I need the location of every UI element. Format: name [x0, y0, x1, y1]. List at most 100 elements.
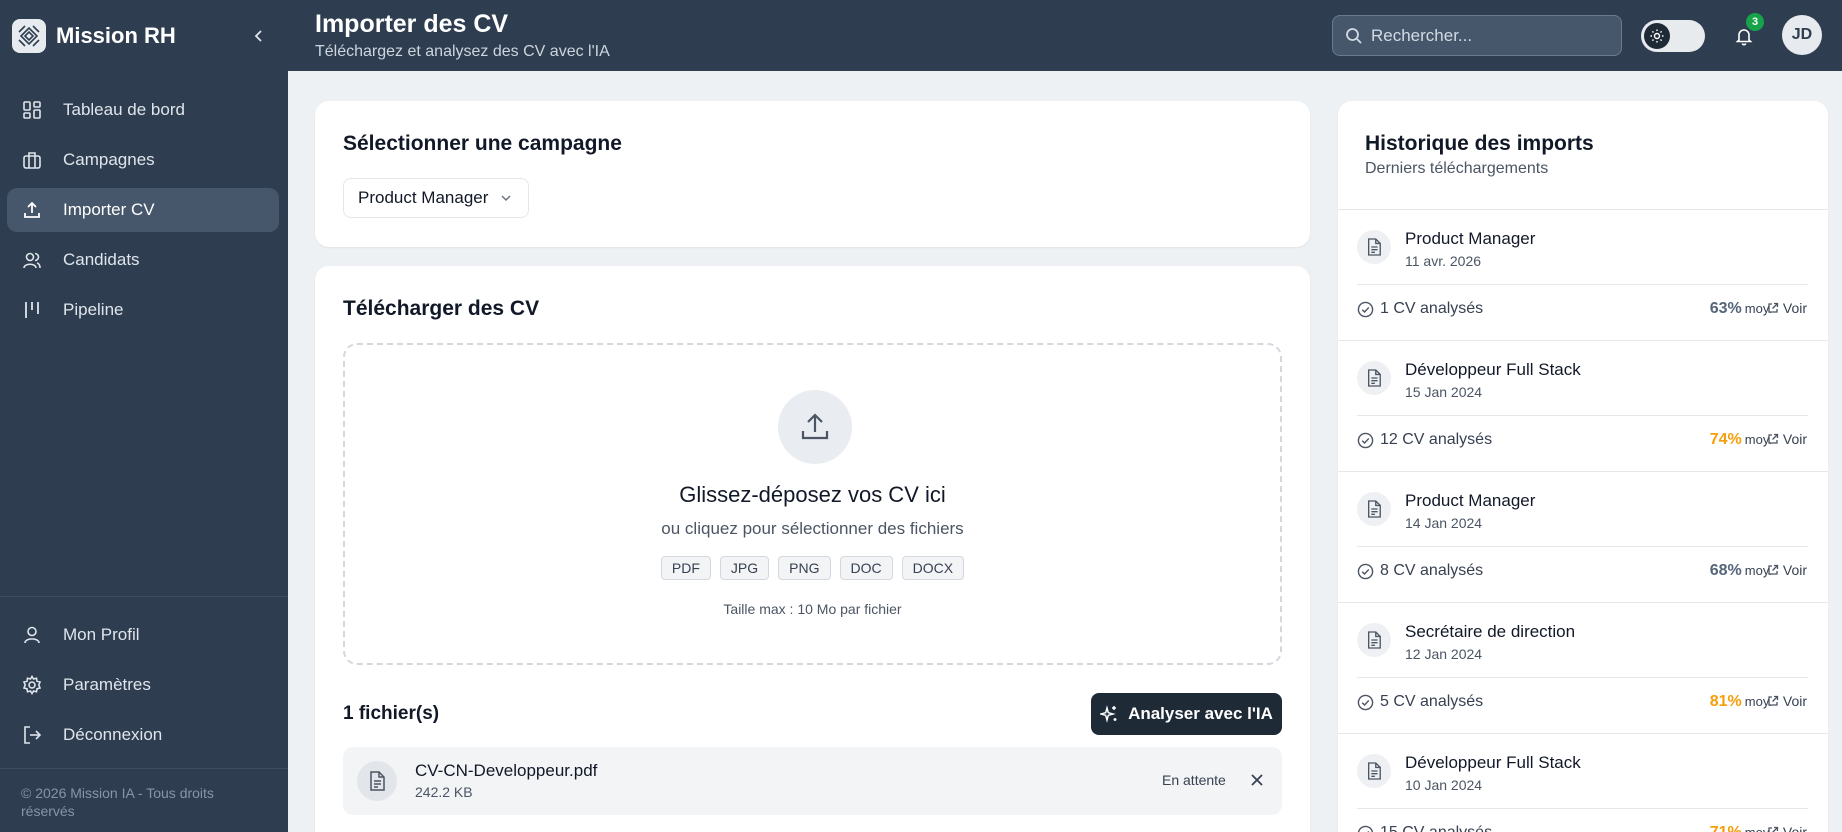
history-item-view-link[interactable]: Voir: [1757, 824, 1807, 832]
collapse-sidebar-button[interactable]: [248, 24, 270, 48]
sidebar-item-pipeline[interactable]: Pipeline: [7, 288, 279, 332]
history-item-view-label: Voir: [1782, 300, 1807, 316]
dropzone[interactable]: Glissez-déposez vos CV ici ou cliquez po…: [343, 343, 1282, 665]
sparkles-icon: [1100, 705, 1118, 723]
sidebar-item-candidates[interactable]: Candidats: [7, 238, 279, 282]
history-item-date: 11 avr. 2026: [1405, 253, 1482, 269]
file-icon: [1357, 754, 1391, 788]
history-item-score-value: 71%: [1710, 824, 1742, 832]
file-icon: [1357, 623, 1391, 657]
search-input[interactable]: [1371, 25, 1611, 46]
analyze-ai-button[interactable]: Analyser avec l'IA: [1091, 693, 1282, 735]
history-item-count: 8 CV analysés: [1357, 562, 1483, 580]
format-badge: DOCX: [901, 556, 965, 580]
dropzone-subtitle: ou cliquez pour sélectionner des fichier…: [661, 519, 964, 538]
sidebar-item-logout[interactable]: Déconnexion: [7, 713, 279, 757]
history-item-name: Product Manager: [1405, 229, 1536, 248]
external-link-icon: [1767, 433, 1779, 445]
check-circle-icon: [1357, 563, 1374, 580]
history-item-count: 1 CV analysés: [1357, 300, 1483, 318]
upload-icon: [21, 199, 43, 221]
file-status: En attente: [1162, 772, 1226, 788]
logo-icon: [12, 19, 46, 53]
history-item-view-label: Voir: [1782, 562, 1807, 578]
avatar[interactable]: JD: [1782, 15, 1822, 55]
page-title: Importer des CV: [315, 10, 509, 38]
history-item-view-label: Voir: [1782, 693, 1807, 709]
campaign-select-value: Product Manager: [358, 188, 489, 207]
format-badge: JPG: [719, 556, 770, 580]
top-header: Importer des CV Téléchargez et analysez …: [288, 0, 1842, 71]
users-icon: [21, 249, 43, 271]
file-size: 242.2 KB: [415, 784, 473, 800]
campaign-card-title: Sélectionner une campagne: [343, 132, 622, 155]
sidebar-item-profile[interactable]: Mon Profil: [7, 613, 279, 657]
history-item-count-label: 1 CV analysés: [1380, 300, 1484, 317]
history-item-view-link[interactable]: Voir: [1757, 300, 1807, 316]
external-link-icon: [1767, 695, 1779, 707]
history-item-view-link[interactable]: Voir: [1757, 562, 1807, 578]
history-item-count-label: 5 CV analysés: [1380, 693, 1484, 710]
history-item-count: 15 CV analysés: [1357, 824, 1492, 832]
notification-badge: 3: [1746, 13, 1764, 31]
chevron-down-icon: [500, 194, 512, 202]
logout-icon: [21, 724, 43, 746]
history-item-count-label: 8 CV analysés: [1380, 562, 1484, 579]
history-item-view-link[interactable]: Voir: [1757, 431, 1807, 447]
history-item-count: 5 CV analysés: [1357, 693, 1483, 711]
history-card: Historique des imports Derniers téléchar…: [1338, 101, 1828, 832]
close-icon: [1251, 774, 1263, 786]
sidebar-item-label: Pipeline: [63, 300, 124, 319]
history-item: Développeur Full Stack 15 Jan 2024 12 CV…: [1338, 341, 1828, 472]
app-name: Mission RH: [56, 23, 176, 48]
history-item-view-label: Voir: [1782, 431, 1807, 447]
file-row: CV-CN-Developpeur.pdf 242.2 KB En attent…: [343, 747, 1282, 815]
files-count: 1 fichier(s): [343, 703, 440, 724]
chevron-left-icon: [254, 30, 262, 42]
campaign-select[interactable]: Product Manager: [343, 178, 529, 218]
history-subtitle: Derniers téléchargements: [1365, 160, 1549, 177]
history-item-score-value: 74%: [1709, 431, 1742, 448]
sidebar-item-dashboard[interactable]: Tableau de bord: [7, 88, 279, 132]
file-icon: [1357, 361, 1391, 395]
sidebar-item-label: Campagnes: [63, 150, 155, 169]
search-box[interactable]: [1332, 15, 1622, 56]
sidebar-item-campaigns[interactable]: Campagnes: [7, 138, 279, 182]
dashboard-icon: [21, 99, 43, 121]
external-link-icon: [1767, 302, 1779, 314]
sidebar-item-label: Candidats: [63, 250, 140, 269]
sidebar-item-label: Importer CV: [63, 200, 155, 219]
external-link-icon: [1767, 564, 1779, 576]
sidebar-item-label: Mon Profil: [63, 625, 140, 644]
main-nav: Tableau de bord Campagnes Importer CV Ca…: [7, 88, 279, 338]
history-item-view-label: Voir: [1782, 824, 1807, 832]
brand[interactable]: Mission RH: [12, 18, 176, 54]
history-item-count: 12 CV analysés: [1357, 431, 1492, 449]
campaign-card: Sélectionner une campagne Product Manage…: [315, 101, 1310, 247]
sidebar-item-import-cv[interactable]: Importer CV: [7, 188, 279, 232]
check-circle-icon: [1357, 301, 1374, 318]
history-item-name: Secrétaire de direction: [1405, 622, 1576, 641]
history-item: Product Manager 11 avr. 2026 1 CV analys…: [1338, 210, 1828, 341]
history-item-view-link[interactable]: Voir: [1757, 693, 1807, 709]
format-list: PDF JPG PNG DOC DOCX: [345, 556, 1280, 580]
file-icon: [1357, 492, 1391, 526]
bottom-nav: Mon Profil Paramètres Déconnexion: [7, 613, 279, 763]
format-badge: PDF: [660, 556, 711, 580]
check-circle-icon: [1357, 432, 1374, 449]
briefcase-icon: [21, 149, 43, 171]
theme-toggle[interactable]: [1641, 20, 1705, 52]
history-item-name: Développeur Full Stack: [1405, 360, 1581, 379]
sidebar-item-label: Tableau de bord: [63, 100, 185, 119]
external-link-icon: [1767, 826, 1779, 832]
max-size-note: Taille max : 10 Mo par fichier: [723, 601, 902, 617]
history-item-divider: [1357, 415, 1808, 416]
sidebar-divider: [0, 768, 288, 769]
page-subtitle: Téléchargez et analysez des CV avec l'IA: [315, 43, 610, 60]
analyze-ai-label: Analyser avec l'IA: [1128, 704, 1273, 723]
format-badge: PNG: [778, 556, 831, 580]
sidebar-item-label: Déconnexion: [63, 725, 163, 744]
history-item-divider: [1357, 546, 1808, 547]
sidebar-item-settings[interactable]: Paramètres: [7, 663, 279, 707]
remove-file-button[interactable]: [1247, 769, 1267, 791]
